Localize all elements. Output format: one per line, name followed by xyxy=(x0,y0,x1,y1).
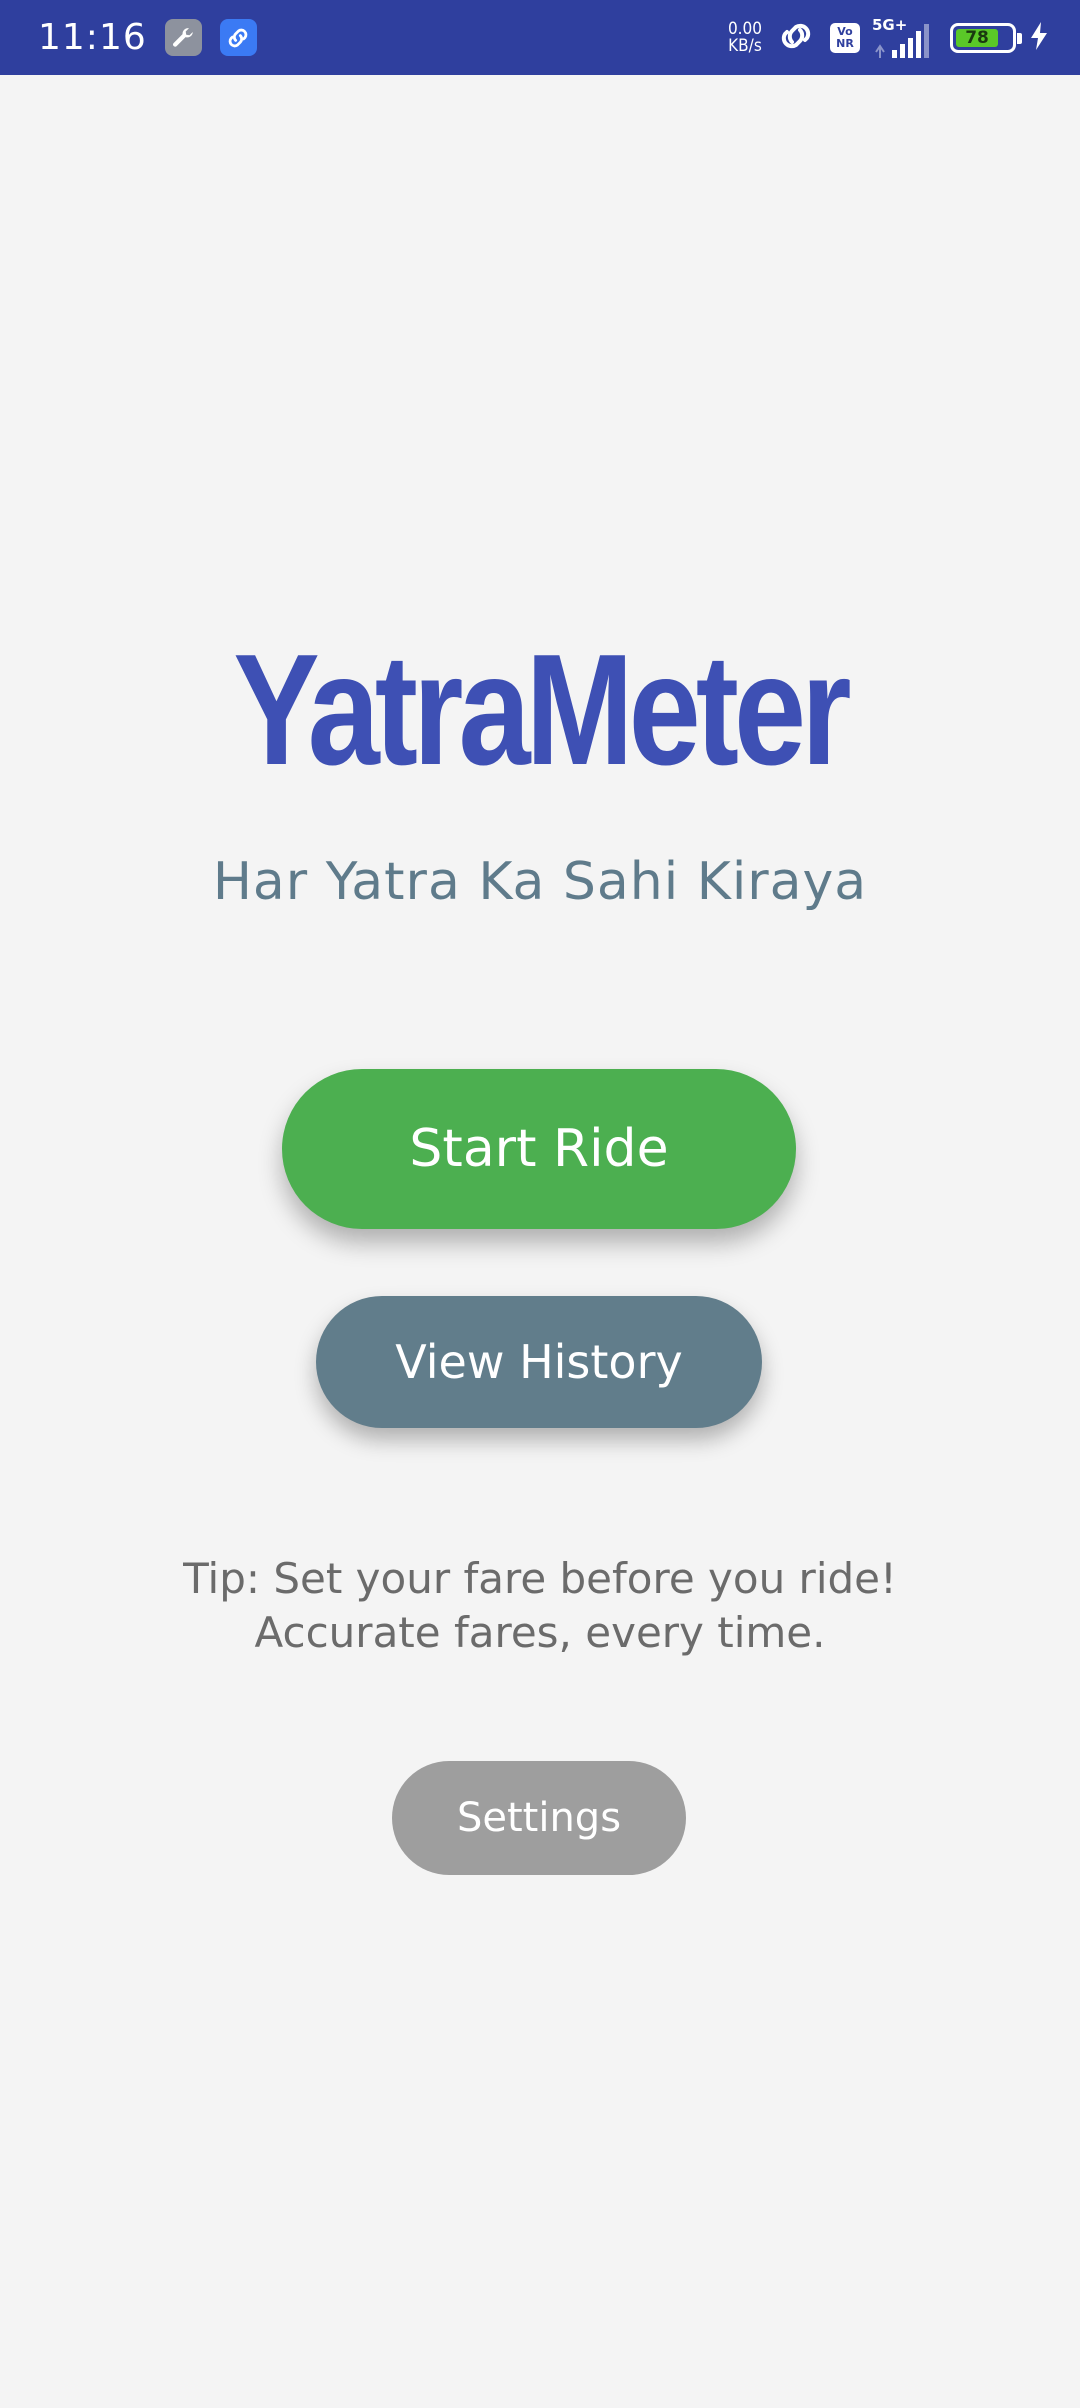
status-bar: 11:16 0.00 KB/s Vo NR 5G+ 78 xyxy=(0,0,1080,75)
hotspot-link-icon xyxy=(774,20,818,56)
volte-top: Vo xyxy=(837,24,853,38)
volte-badge: Vo NR xyxy=(830,22,860,53)
status-right: 0.00 KB/s Vo NR 5G+ 78 xyxy=(728,16,1050,60)
network-speed: 0.00 KB/s xyxy=(727,18,762,56)
network-speed-unit: KB/s xyxy=(728,35,762,56)
wrench-icon xyxy=(164,19,202,56)
tip-line-2: Accurate fares, every time. xyxy=(254,1608,826,1657)
app-tagline: Har Yatra Ka Sahi Kiraya xyxy=(212,852,868,912)
tip-line-1: Tip: Set your fare before you ride! xyxy=(183,1554,897,1603)
link-icon xyxy=(219,19,257,56)
start-ride-button[interactable]: Start Ride xyxy=(282,1069,796,1229)
volte-bottom: NR xyxy=(836,36,854,50)
signal-icon: 5G+ xyxy=(872,16,938,60)
settings-button[interactable]: Settings xyxy=(392,1761,686,1875)
charging-bolt-icon xyxy=(1028,21,1050,55)
tip-text: Tip: Set your fare before you ride! Accu… xyxy=(0,1552,1080,1660)
battery-level: 78 xyxy=(956,28,999,48)
view-history-button[interactable]: View History xyxy=(316,1296,762,1428)
app-title: YatraMeter xyxy=(233,622,851,798)
battery-icon: 78 xyxy=(950,22,1022,53)
network-speed-value: 0.00 xyxy=(727,18,762,39)
status-left: 11:16 xyxy=(38,17,257,58)
clock: 11:16 xyxy=(38,17,147,58)
